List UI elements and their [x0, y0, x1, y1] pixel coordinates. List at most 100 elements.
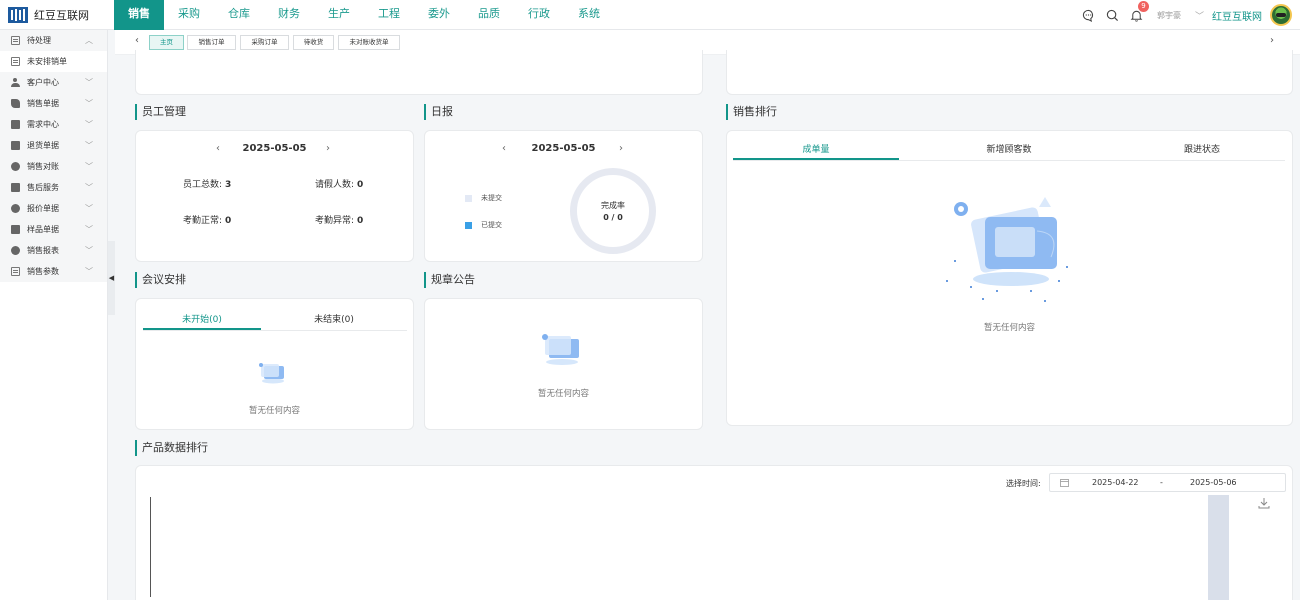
box-icon — [11, 225, 20, 234]
chevron-right-icon[interactable]: › — [326, 143, 330, 154]
sidebar-item-label: 未安排销单 — [27, 57, 67, 66]
sidebar-item-sales-docs[interactable]: 销售单据 ﹀ — [0, 93, 107, 114]
nav-production[interactable]: 生产 — [314, 0, 364, 30]
ranking-section-title: 销售排行 — [726, 104, 777, 120]
sidebar-item-quote-docs[interactable]: 报价单据 ﹀ — [0, 198, 107, 219]
tab-follow-status[interactable]: 跟进状态 — [1119, 143, 1285, 160]
tab-not-started[interactable]: 未开始(0) — [143, 313, 261, 330]
app-name: 红豆互联网 — [34, 9, 89, 22]
chevron-down-icon: ﹀ — [85, 183, 93, 192]
nav-sales[interactable]: 销售 — [114, 0, 164, 30]
legend-label: 已提交 — [481, 221, 502, 229]
empty-state-illustration — [941, 191, 1081, 314]
stat-label: 员工总数: — [183, 180, 223, 190]
sidebar-item-label: 待处理 — [27, 36, 51, 45]
tab-pending-receipt[interactable]: 待收货 — [293, 35, 334, 50]
date-range-picker[interactable]: 2025-04-22 - 2025-05-06 — [1049, 473, 1286, 492]
sidebar-item-sales-reports[interactable]: 销售报表 ﹀ — [0, 240, 107, 261]
calendar-icon — [1060, 478, 1069, 489]
box-icon — [11, 120, 20, 129]
tab-sales-order[interactable]: 销售订单 — [187, 35, 236, 50]
nav-warehouse[interactable]: 仓库 — [214, 0, 264, 30]
tab-not-ended[interactable]: 未结束(0) — [261, 313, 407, 330]
sidebar-item-sample-docs[interactable]: 样品单据 ﹀ — [0, 219, 107, 240]
app-logo[interactable]: 红豆互联网 — [0, 0, 114, 30]
sidebar-item-label: 售后服务 — [27, 183, 59, 192]
date-range-start[interactable]: 2025-04-22 — [1092, 478, 1139, 487]
nav-quality[interactable]: 品质 — [464, 0, 514, 30]
chevron-right-icon[interactable]: › — [1270, 35, 1274, 46]
chevron-down-icon: ﹀ — [85, 204, 93, 213]
date-range-end[interactable]: 2025-05-06 — [1190, 478, 1237, 487]
tab-order-count[interactable]: 成单量 — [733, 143, 899, 160]
employee-leave: 请假人数: 0 — [315, 177, 363, 190]
sidebar-item-sales-params[interactable]: 销售参数 ﹀ — [0, 261, 107, 282]
completion-ring: 完成率 0 / 0 — [570, 168, 656, 254]
ranking-card: 成单量 新增顾客数 跟进状态 暂无任何内容 — [726, 130, 1293, 426]
sidebar-item-customer-center[interactable]: 客户中心 ﹀ — [0, 72, 107, 93]
stat-label: 考勤异常: — [315, 216, 355, 226]
sidebar-item-label: 样品单据 — [27, 225, 59, 234]
chevron-left-icon[interactable]: ‹ — [135, 35, 139, 46]
ranking-tabs: 成单量 新增顾客数 跟进状态 — [733, 143, 1285, 161]
chevron-left-icon[interactable]: ‹ — [502, 143, 506, 154]
sidebar-item-unscheduled-orders[interactable]: 未安排销单 — [0, 51, 107, 72]
sidebar-collapse-handle[interactable]: ◀ — [108, 241, 115, 315]
chevron-down-icon: ﹀ — [85, 120, 93, 129]
top-card-left — [135, 50, 703, 95]
sidebar-item-demand-center[interactable]: 需求中心 ﹀ — [0, 114, 107, 135]
download-icon[interactable] — [1258, 497, 1270, 512]
sidebar-item-after-sales[interactable]: 售后服务 ﹀ — [0, 177, 107, 198]
daily-card: ‹ 2025-05-05 › 未提交 已提交 完成率 0 / 0 — [424, 130, 703, 262]
nav-purchase[interactable]: 采购 — [164, 0, 214, 30]
chevron-right-icon[interactable]: › — [619, 143, 623, 154]
meeting-empty-text: 暂无任何内容 — [248, 406, 300, 416]
company-name[interactable]: 红豆互联网 — [1212, 8, 1262, 23]
tab-new-customers[interactable]: 新增顾客数 — [899, 143, 1119, 160]
chevron-left-icon[interactable]: ‹ — [216, 143, 220, 154]
completion-label: 完成率 — [601, 201, 625, 210]
employee-date: 2025-05-05 — [242, 143, 307, 154]
sidebar-item-pending[interactable]: 待处理 ︿ — [0, 30, 107, 51]
nav-engineering[interactable]: 工程 — [364, 0, 414, 30]
chevron-down-icon[interactable]: ﹀ — [1195, 9, 1204, 22]
legend-swatch — [465, 194, 472, 202]
stat-label: 考勤正常: — [183, 216, 223, 226]
notification-bell-icon[interactable]: 9 — [1125, 0, 1149, 30]
chevron-down-icon: ﹀ — [85, 225, 93, 234]
ranking-empty-text: 暂无任何内容 — [983, 323, 1035, 333]
nav-finance[interactable]: 财务 — [264, 0, 314, 30]
employee-section-title: 员工管理 — [135, 104, 186, 120]
logo-icon — [8, 5, 28, 25]
sidebar-item-sales-reconcile[interactable]: 销售对账 ﹀ — [0, 156, 107, 177]
nav-system[interactable]: 系统 — [564, 0, 614, 30]
empty-state-illustration — [539, 331, 585, 370]
tab-home[interactable]: 主页 — [149, 35, 184, 50]
search-icon[interactable] — [1101, 0, 1125, 30]
meeting-section-title: 会议安排 — [135, 272, 186, 288]
box-icon — [11, 141, 20, 150]
empty-state-illustration — [257, 361, 289, 388]
tab-purchase-order[interactable]: 采购订单 — [240, 35, 289, 50]
sidebar-item-label: 销售报表 — [27, 246, 59, 255]
meeting-card: 未开始(0) 未结束(0) 暂无任何内容 — [135, 298, 414, 430]
tab-unreconciled-receipts[interactable]: 未对账收货单 — [338, 35, 400, 50]
sidebar-item-return-docs[interactable]: 退货单据 ﹀ — [0, 135, 107, 156]
notice-section-title: 规章公告 — [424, 272, 475, 288]
avatar[interactable] — [1270, 4, 1292, 26]
stat-value: 0 — [357, 180, 364, 190]
stat-value: 0 — [225, 216, 232, 226]
sidebar-item-label: 需求中心 — [27, 120, 59, 129]
date-range-label: 选择时间: — [1006, 479, 1041, 488]
message-icon[interactable] — [1077, 0, 1101, 30]
stat-value: 3 — [225, 180, 232, 190]
employee-total: 员工总数: 3 — [183, 177, 231, 190]
sidebar-item-label: 退货单据 — [27, 141, 59, 150]
user-name[interactable]: 郭宇豪 — [1157, 10, 1181, 21]
coin-icon — [11, 162, 20, 171]
sidebar-item-label: 销售对账 — [27, 162, 59, 171]
legend-unsubmitted: 未提交 — [465, 193, 502, 203]
nav-admin[interactable]: 行政 — [514, 0, 564, 30]
chevron-down-icon: ﹀ — [85, 246, 93, 255]
nav-outsourcing[interactable]: 委外 — [414, 0, 464, 30]
